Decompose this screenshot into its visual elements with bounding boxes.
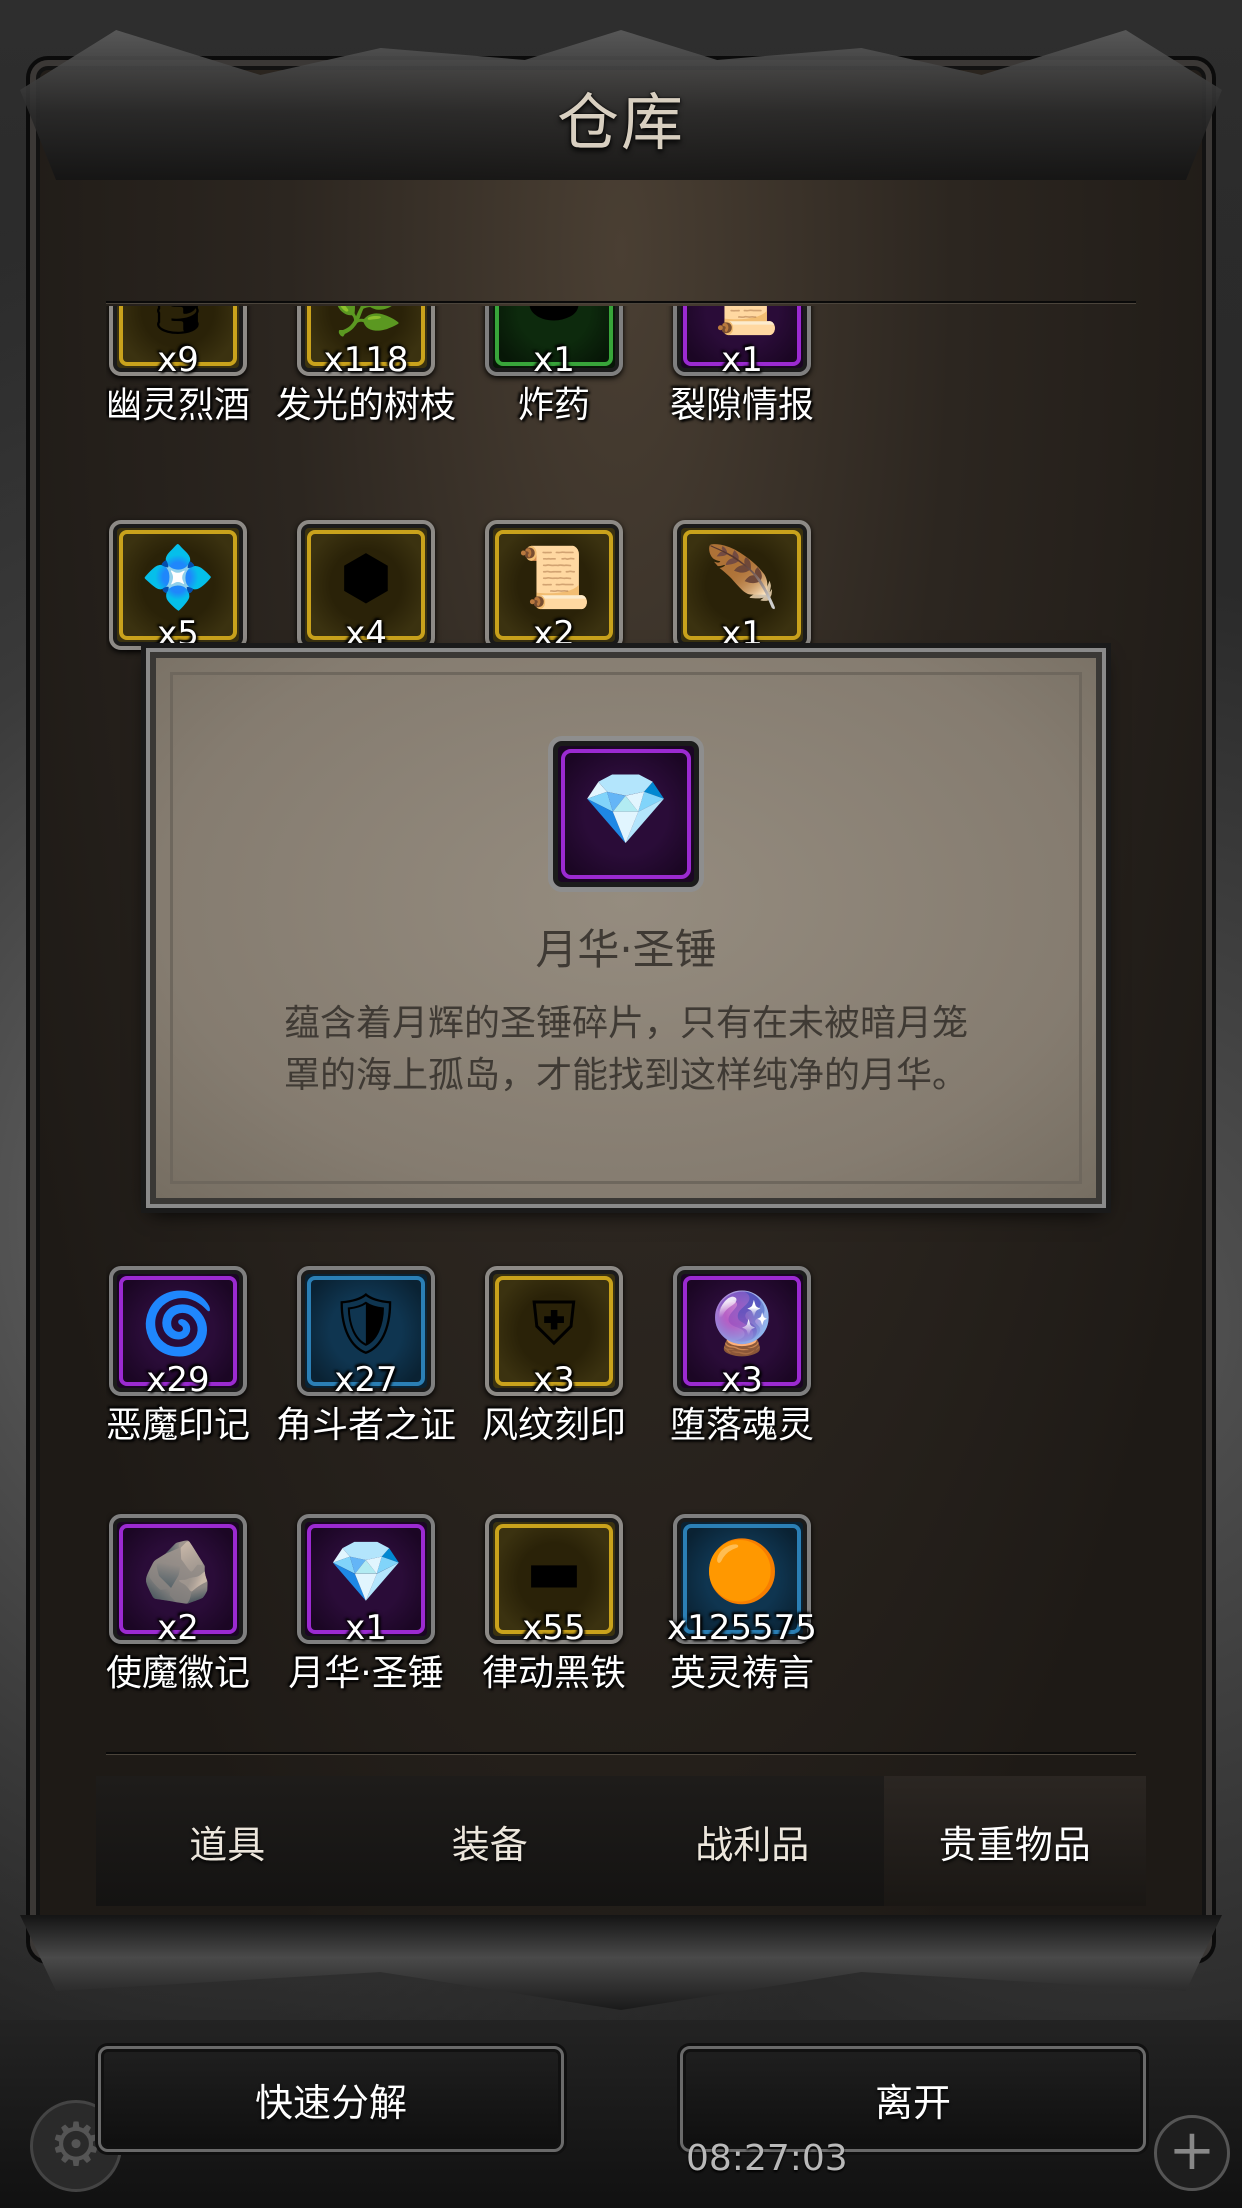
item-slot[interactable]: 📜x1 — [673, 306, 811, 380]
feather-icon: 🪶 — [704, 543, 780, 613]
item-name: 堕落魂灵 — [669, 1405, 814, 1446]
item-slot[interactable]: ⬢ x4 — [297, 520, 435, 654]
item-slot[interactable]: ▬ x55 — [485, 1514, 623, 1648]
explosive-icon: ⬬ — [489, 306, 619, 344]
clock: 08:27:03 — [686, 2138, 848, 2179]
gladiator-badge-icon: 🛡 — [327, 1289, 405, 1359]
scroll-icon: 📜 — [677, 306, 807, 344]
plus-icon[interactable]: + — [1154, 2115, 1230, 2191]
item-count: x3 — [721, 1360, 763, 1400]
item-slot[interactable]: 🛡 x27 — [297, 1266, 435, 1400]
item-slot[interactable]: ⛨ x3 — [485, 1266, 623, 1400]
item-slot[interactable]: 🪨 x2 — [109, 1514, 247, 1648]
item-name: 裂隙情报 — [669, 385, 814, 426]
crystal-icon: 💠 — [140, 543, 216, 613]
item-count: x1 — [721, 614, 763, 654]
item-slot[interactable]: 🌀 x29 — [109, 1266, 247, 1400]
leave-button[interactable]: 离开 — [680, 2046, 1146, 2152]
tab-items[interactable]: 道具 — [96, 1776, 359, 1906]
tooltip-item-slot: 💎 — [548, 736, 704, 892]
fallen-soul-icon: 🔮 — [704, 1289, 780, 1359]
item-slot[interactable]: 🌿x118 — [297, 306, 435, 380]
divider-top — [106, 301, 1136, 303]
tooltip-description-line: 罩的海上孤岛，才能找到这样纯净的月华。 — [283, 1055, 968, 1096]
item-cell[interactable]: 🔮 x3 堕落魂灵 — [622, 1266, 862, 1448]
moon-hammer-shard-icon: 💎 — [328, 1537, 404, 1607]
item-slot[interactable]: 🛢x9 — [109, 306, 247, 380]
item-slot[interactable]: 🔮 x3 — [673, 1266, 811, 1400]
item-name: 英灵祷言 — [669, 1653, 814, 1694]
item-slot[interactable]: 💠 x5 — [109, 520, 247, 654]
wind-seal-icon: ⛨ — [531, 1289, 577, 1359]
category-tabs: 道具 装备 战利品 贵重物品 — [96, 1776, 1146, 1906]
parchment-icon: 📜 — [516, 543, 592, 613]
item-slot[interactable]: 🟠 x125575 — [667, 1514, 817, 1648]
item-slot[interactable]: 📜 x2 — [485, 520, 623, 654]
tooltip-item-name: 月华·圣锤 — [535, 925, 717, 974]
item-cell[interactable]: 🟠 x125575 英灵祷言 — [622, 1514, 862, 1696]
divider-bottom — [106, 1752, 1136, 1754]
hero-prayer-icon: 🟠 — [704, 1537, 780, 1607]
tab-loot[interactable]: 战利品 — [621, 1776, 884, 1906]
tooltip-description-line: 蕴含着月辉的圣锤碎片，只有在未被暗月笼 — [283, 1003, 968, 1044]
tab-equipment[interactable]: 装备 — [358, 1776, 621, 1906]
moon-hammer-shard-icon: 💎 — [582, 768, 670, 850]
item-cell[interactable]: 🪶 x1 — [622, 520, 862, 654]
demon-mark-icon: 🌀 — [140, 1289, 216, 1359]
tab-valuables[interactable]: 贵重物品 — [883, 1776, 1146, 1906]
glowing-branch-icon: 🌿 — [301, 306, 431, 344]
item-cell[interactable]: 📜x1 裂隙情报 — [622, 306, 862, 428]
item-slot[interactable]: ⬬x1 — [485, 306, 623, 380]
envoy-emblem-icon: 🪨 — [140, 1537, 216, 1607]
item-count: x1 — [721, 340, 763, 380]
item-tooltip: 💎 月华·圣锤 蕴含着月辉的圣锤碎片，只有在未被暗月笼 罩的海上孤岛，才能找到这… — [150, 652, 1102, 1204]
cube-icon: ⬢ — [339, 543, 393, 613]
item-count: x125575 — [667, 1608, 817, 1648]
barrel-icon: 🛢 — [113, 306, 243, 344]
tooltip-description: 蕴含着月辉的圣锤碎片，只有在未被暗月笼 罩的海上孤岛，才能找到这样纯净的月华。 — [236, 998, 1016, 1102]
item-slot[interactable]: 💎 x1 — [297, 1514, 435, 1648]
quick-decompose-button[interactable]: 快速分解 — [98, 2046, 564, 2152]
item-slot[interactable]: 🪶 x1 — [673, 520, 811, 654]
black-iron-icon: ▬ — [525, 1537, 583, 1607]
panel-title: 仓库 — [556, 86, 685, 159]
